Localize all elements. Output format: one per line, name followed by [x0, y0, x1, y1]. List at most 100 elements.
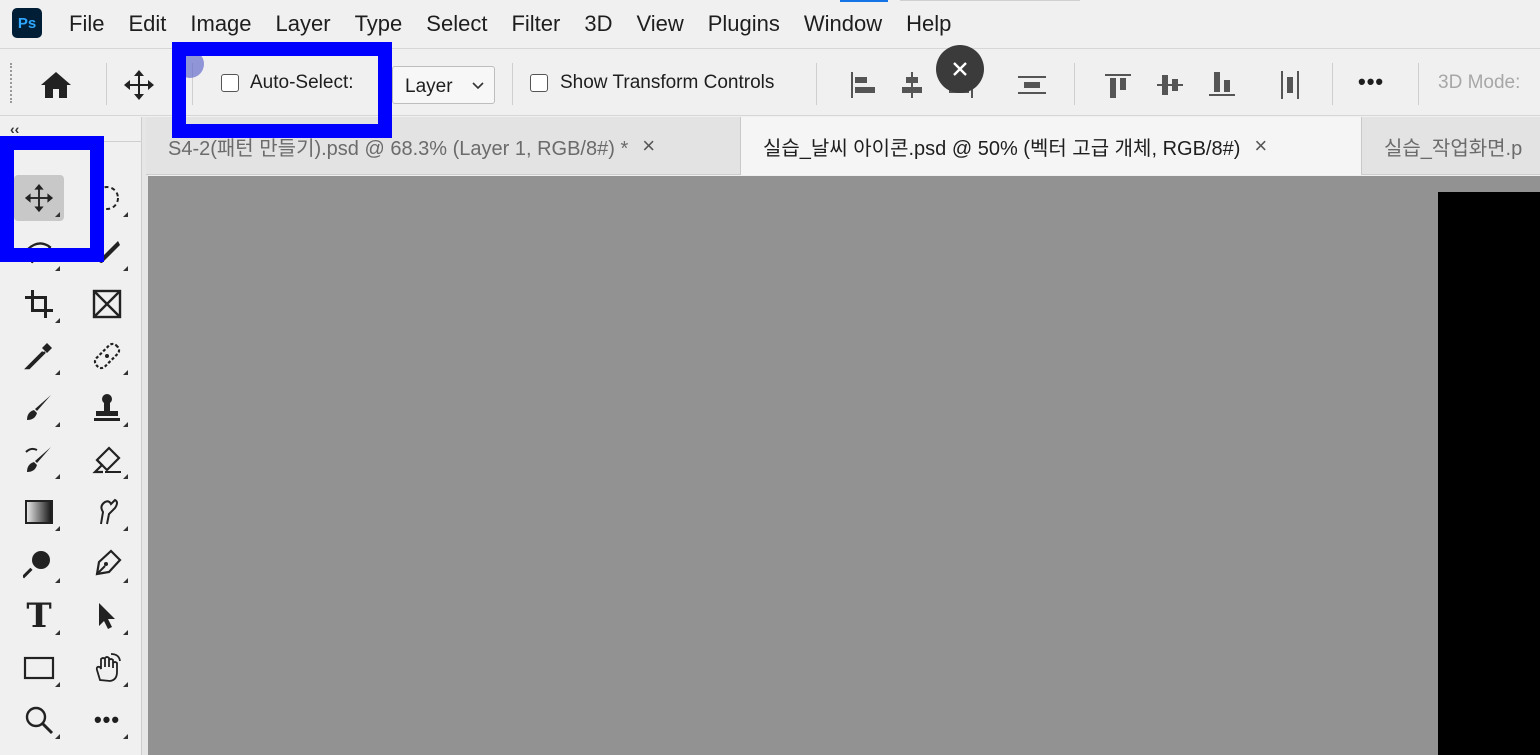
align-left-edges-icon[interactable]	[842, 67, 882, 103]
separator	[1332, 63, 1333, 105]
collapse-panel-icon[interactable]: ‹‹	[10, 121, 19, 137]
history-brush-icon	[25, 447, 51, 472]
menu-edit[interactable]: Edit	[116, 0, 178, 48]
submenu-indicator-icon	[55, 370, 60, 375]
separator	[512, 63, 513, 105]
highlight-auto-select	[172, 42, 392, 138]
auto-select-target-dropdown[interactable]: Layer	[392, 66, 495, 104]
menu-help[interactable]: Help	[894, 0, 963, 48]
smudge-icon	[100, 498, 118, 525]
close-tab-icon[interactable]: ×	[642, 133, 655, 159]
align-horizontal-centers-icon[interactable]	[892, 67, 932, 103]
submenu-indicator-icon	[55, 734, 60, 739]
distribute-horizontal-icon[interactable]	[1270, 67, 1310, 103]
align-top-edges-icon[interactable]	[1098, 67, 1138, 103]
show-transform-checkbox[interactable]	[530, 74, 548, 92]
submenu-indicator-icon	[55, 526, 60, 531]
history-brush-tool[interactable]	[14, 437, 64, 483]
menu-layer[interactable]: Layer	[264, 0, 343, 48]
submenu-indicator-icon	[55, 266, 60, 271]
separator	[1074, 63, 1075, 105]
rectangle-tool[interactable]	[14, 645, 64, 691]
brush-icon	[27, 395, 51, 420]
canvas-workspace[interactable]	[148, 176, 1540, 755]
menu-view[interactable]: View	[624, 0, 695, 48]
type-icon: T	[26, 596, 52, 636]
menu-window[interactable]: Window	[792, 0, 894, 48]
home-icon[interactable]	[36, 67, 76, 103]
align-vertical-centers-icon[interactable]	[1150, 67, 1190, 103]
separator	[1418, 63, 1419, 105]
type-tool[interactable]: T	[14, 593, 64, 639]
menu-filter[interactable]: Filter	[499, 0, 572, 48]
arrow-cursor-icon	[99, 603, 115, 629]
window-edge	[900, 0, 1080, 1]
distribute-vertical-icon[interactable]	[1012, 67, 1052, 103]
magnifier-icon	[25, 706, 54, 735]
submenu-indicator-icon	[55, 682, 60, 687]
menu-file[interactable]: File	[57, 0, 116, 48]
more-tools-icon: •••	[93, 707, 121, 732]
dodge-tool[interactable]	[14, 541, 64, 587]
separator	[106, 63, 107, 105]
separator	[816, 63, 817, 105]
document-tab-active[interactable]: 실습_날씨 아이콘.psd @ 50% (벡터 고급 개체, RGB/8#) ×	[741, 117, 1361, 175]
submenu-indicator-icon	[123, 630, 128, 635]
smudge-tool[interactable]	[82, 489, 132, 535]
loading-strip	[840, 0, 888, 2]
gradient-icon	[25, 500, 53, 524]
frame-icon	[92, 289, 122, 319]
crop-tool[interactable]	[14, 281, 64, 327]
submenu-indicator-icon	[55, 474, 60, 479]
submenu-indicator-icon	[123, 578, 128, 583]
close-tab-icon[interactable]: ×	[1254, 133, 1267, 159]
bandage-icon	[93, 342, 121, 370]
tab-title: 실습_날씨 아이콘.psd @ 50% (벡터 고급 개체, RGB/8#)	[763, 137, 1241, 160]
submenu-indicator-icon	[123, 474, 128, 479]
menu-image[interactable]: Image	[178, 0, 263, 48]
submenu-indicator-icon	[123, 212, 128, 217]
healing-brush-tool[interactable]	[82, 333, 132, 379]
show-transform-label: Show Transform Controls	[560, 72, 775, 93]
close-icon	[953, 62, 967, 76]
chevron-down-icon	[470, 77, 486, 98]
3d-mode-label: 3D Mode:	[1438, 72, 1521, 93]
submenu-indicator-icon	[123, 370, 128, 375]
menu-plugins[interactable]: Plugins	[696, 0, 792, 48]
clone-stamp-tool[interactable]	[82, 385, 132, 431]
path-selection-tool[interactable]	[82, 593, 132, 639]
hand-tool[interactable]	[82, 645, 132, 691]
more-options-icon[interactable]: •••	[1358, 69, 1384, 95]
brush-tool[interactable]	[14, 385, 64, 431]
submenu-indicator-icon	[55, 422, 60, 427]
submenu-indicator-icon	[123, 526, 128, 531]
highlight-move-tool	[0, 136, 104, 262]
eyedropper-icon	[24, 343, 52, 370]
rectangle-icon	[23, 656, 55, 680]
edit-toolbar-button[interactable]: •••	[82, 697, 132, 743]
photoshop-logo-icon[interactable]: Ps	[12, 8, 42, 38]
stamp-icon	[94, 394, 120, 421]
submenu-indicator-icon	[55, 630, 60, 635]
align-bottom-edges-icon[interactable]	[1202, 67, 1242, 103]
options-bar-grip[interactable]	[10, 63, 12, 103]
menu-select[interactable]: Select	[414, 0, 499, 48]
menu-3d[interactable]: 3D	[572, 0, 624, 48]
zoom-tool[interactable]	[14, 697, 64, 743]
submenu-indicator-icon	[123, 682, 128, 687]
eraser-icon	[92, 446, 121, 474]
eraser-tool[interactable]	[82, 437, 132, 483]
submenu-indicator-icon	[55, 578, 60, 583]
menu-type[interactable]: Type	[343, 0, 415, 48]
frame-tool[interactable]	[82, 281, 132, 327]
move-tool-preset-icon[interactable]	[120, 67, 158, 103]
pen-tool[interactable]	[82, 541, 132, 587]
eyedropper-tool[interactable]	[14, 333, 64, 379]
gradient-tool[interactable]	[14, 489, 64, 535]
dodge-icon	[23, 551, 50, 579]
menu-bar: Ps File Edit Image Layer Type Select Fil…	[0, 0, 1540, 48]
document-canvas[interactable]	[1438, 192, 1540, 755]
document-tab[interactable]: 실습_작업화면.p	[1362, 117, 1540, 175]
close-overlay-button[interactable]	[936, 45, 984, 93]
pen-icon	[95, 549, 122, 576]
